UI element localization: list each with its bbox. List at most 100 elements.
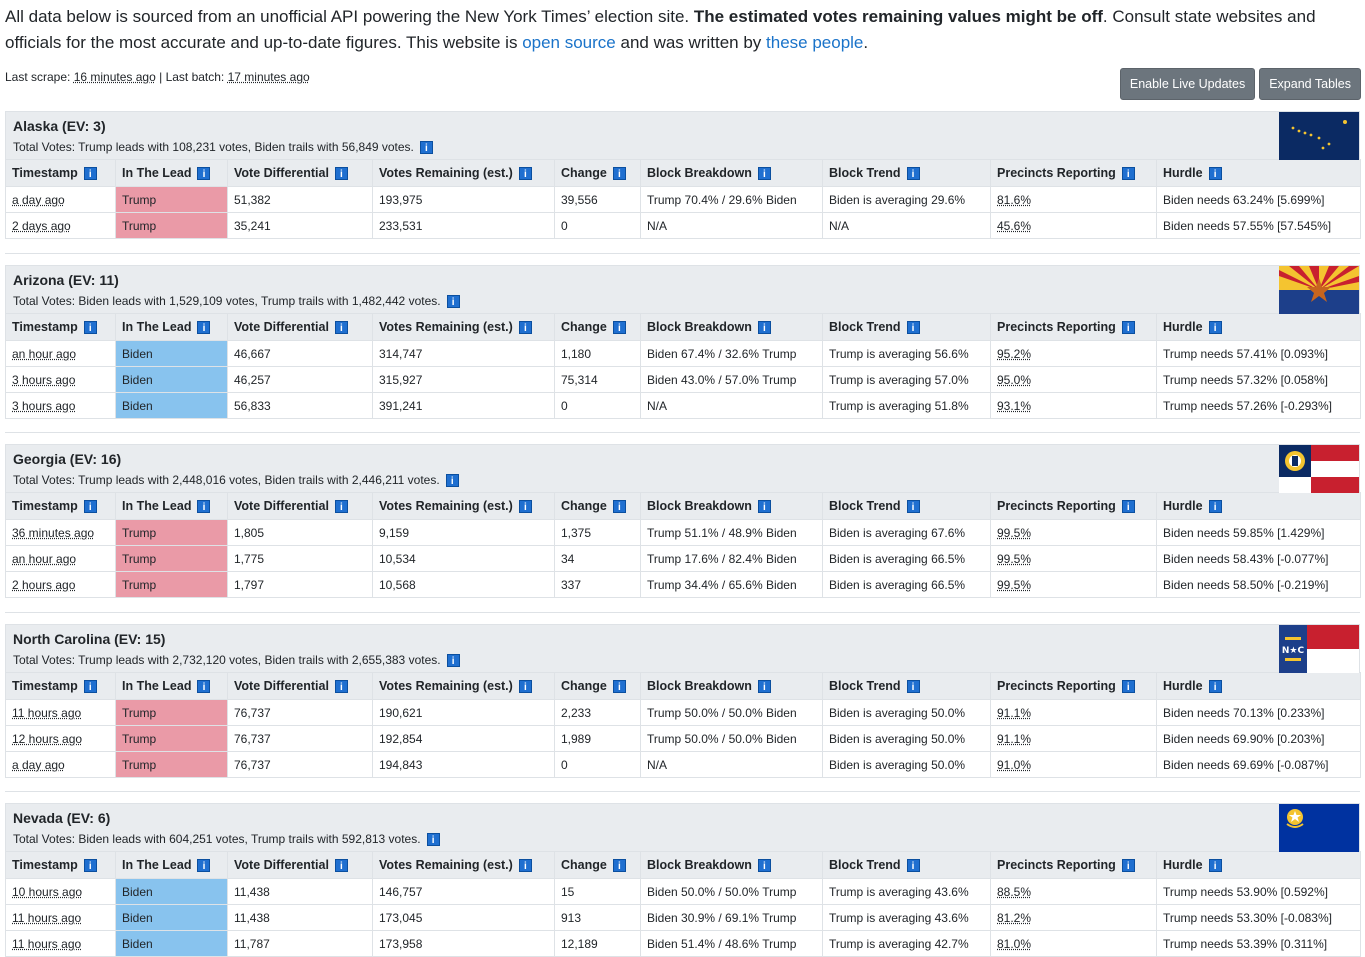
info-icon[interactable]: i: [197, 321, 211, 335]
column-header: Hurdle i: [1156, 313, 1361, 341]
info-icon[interactable]: i: [334, 500, 348, 514]
lead-cell: Trump: [115, 545, 228, 572]
table-cell: 76,737: [227, 751, 373, 778]
info-icon[interactable]: i: [518, 321, 532, 335]
info-icon[interactable]: i: [518, 680, 532, 694]
info-icon[interactable]: i: [197, 167, 211, 181]
table-cell: Biden needs 57.55% [57.545%]: [1156, 212, 1361, 239]
info-icon[interactable]: i: [83, 321, 97, 335]
column-header-label: Block Trend: [829, 857, 901, 872]
column-header-label: Vote Differential: [234, 498, 329, 513]
info-icon[interactable]: i: [446, 654, 460, 668]
table-cell: Biden is averaging 29.6%: [822, 186, 991, 213]
info-icon[interactable]: i: [83, 500, 97, 514]
info-icon[interactable]: i: [757, 680, 771, 694]
info-icon[interactable]: i: [83, 167, 97, 181]
column-header-label: Precincts Reporting: [997, 498, 1116, 513]
info-icon[interactable]: i: [518, 167, 532, 181]
info-icon[interactable]: i: [518, 500, 532, 514]
column-header: Precincts Reporting i: [990, 159, 1157, 187]
table-row: 3 hours ago Biden 46,257 315,927 75,314 Biden…: [5, 366, 1361, 393]
section-divider: [5, 253, 1360, 254]
info-icon[interactable]: i: [334, 167, 348, 181]
timestamp-cell: 11 hours ago: [5, 930, 116, 957]
column-header: Precincts Reporting i: [990, 492, 1157, 520]
enable-live-updates-button[interactable]: Enable Live Updates: [1119, 68, 1256, 100]
table-cell: 51,382: [227, 186, 373, 213]
column-header: Timestamp i: [5, 851, 116, 879]
expand-tables-button[interactable]: Expand Tables: [1259, 68, 1361, 100]
info-icon[interactable]: i: [1121, 680, 1135, 694]
column-header: Hurdle i: [1156, 492, 1361, 520]
info-icon[interactable]: i: [1121, 859, 1135, 873]
info-icon[interactable]: i: [757, 321, 771, 335]
timestamp-cell: 10 hours ago: [5, 878, 116, 905]
info-icon[interactable]: i: [757, 167, 771, 181]
table-row: an hour ago Trump 1,775 10,534 34 Trump 17.6%…: [5, 545, 1361, 572]
info-icon[interactable]: i: [612, 500, 626, 514]
info-icon[interactable]: i: [1208, 167, 1222, 181]
column-header: Votes Remaining (est.) i: [372, 313, 555, 341]
info-icon[interactable]: i: [757, 859, 771, 873]
column-header-label: Votes Remaining (est.): [379, 498, 513, 513]
info-icon[interactable]: i: [906, 167, 920, 181]
lead-cell: Biden: [115, 930, 228, 957]
info-icon[interactable]: i: [612, 859, 626, 873]
info-icon[interactable]: i: [1208, 321, 1222, 335]
info-icon[interactable]: i: [612, 680, 626, 694]
column-header-label: Timestamp: [12, 319, 78, 334]
authors-link[interactable]: these people: [766, 33, 863, 52]
table-cell: Biden needs 59.85% [1.429%]: [1156, 519, 1361, 546]
lead-cell: Trump: [115, 571, 228, 598]
info-icon[interactable]: i: [612, 321, 626, 335]
column-header-label: Hurdle: [1163, 498, 1203, 513]
lead-cell: Biden: [115, 392, 228, 419]
table-cell: 173,045: [372, 904, 555, 931]
info-icon[interactable]: i: [83, 680, 97, 694]
info-icon[interactable]: i: [906, 859, 920, 873]
info-icon[interactable]: i: [334, 321, 348, 335]
info-icon[interactable]: i: [518, 859, 532, 873]
column-header-label: Hurdle: [1163, 678, 1203, 693]
info-icon[interactable]: i: [334, 680, 348, 694]
info-icon[interactable]: i: [426, 833, 440, 847]
info-icon[interactable]: i: [906, 500, 920, 514]
info-icon[interactable]: i: [1121, 167, 1135, 181]
state-totals-text: Total Votes: Biden leads with 1,529,109 …: [13, 294, 441, 308]
table-cell: 76,737: [227, 725, 373, 752]
info-icon[interactable]: i: [446, 295, 460, 309]
lead-cell: Biden: [115, 878, 228, 905]
precincts-cell: 95.0%: [990, 366, 1157, 393]
info-icon[interactable]: i: [612, 167, 626, 181]
state-totals: Total Votes: Biden leads with 604,251 vo…: [13, 832, 440, 847]
table-cell: 11,438: [227, 878, 373, 905]
table-row: 11 hours ago Trump 76,737 190,621 2,233 Trump…: [5, 699, 1361, 726]
state-name: North Carolina (EV: 15): [13, 631, 166, 647]
info-icon[interactable]: i: [419, 141, 433, 155]
column-header-label: Hurdle: [1163, 165, 1203, 180]
column-header: Timestamp i: [5, 492, 116, 520]
svg-text:N★C: N★C: [1282, 646, 1305, 656]
info-icon[interactable]: i: [197, 680, 211, 694]
info-icon[interactable]: i: [906, 680, 920, 694]
info-icon[interactable]: i: [334, 859, 348, 873]
info-icon[interactable]: i: [906, 321, 920, 335]
state-section: Alaska (EV: 3) Total Votes: Trump leads w…: [5, 111, 1361, 239]
info-icon[interactable]: i: [1121, 321, 1135, 335]
info-icon[interactable]: i: [83, 859, 97, 873]
info-icon[interactable]: i: [1208, 680, 1222, 694]
column-header: Block Trend i: [822, 492, 991, 520]
info-icon[interactable]: i: [1121, 500, 1135, 514]
info-icon[interactable]: i: [197, 500, 211, 514]
open-source-link[interactable]: open source: [522, 33, 616, 52]
info-icon[interactable]: i: [445, 474, 459, 488]
table-row: 10 hours ago Biden 11,438 146,757 15 Biden 50…: [5, 878, 1361, 905]
table-cell: N/A: [822, 212, 991, 239]
precincts-cell: 99.5%: [990, 545, 1157, 572]
table-cell: Biden needs 63.24% [5.699%]: [1156, 186, 1361, 213]
info-icon[interactable]: i: [1208, 859, 1222, 873]
info-icon[interactable]: i: [757, 500, 771, 514]
info-icon[interactable]: i: [1208, 500, 1222, 514]
table-cell: Trump is averaging 51.8%: [822, 392, 991, 419]
info-icon[interactable]: i: [197, 859, 211, 873]
